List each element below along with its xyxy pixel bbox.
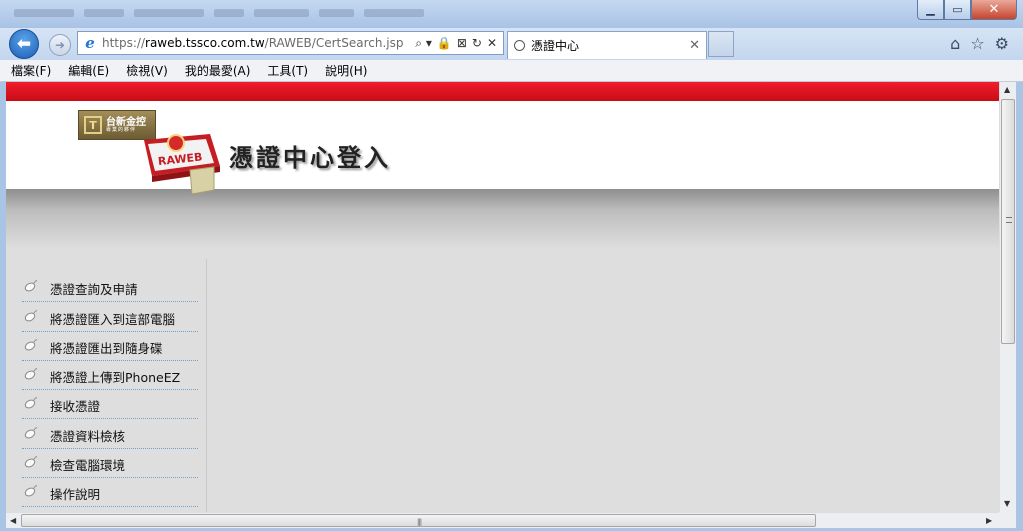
tab-active[interactable]: 憑證中心 ✕: [507, 31, 707, 59]
content-area: 憑證查詢及申請將憑證匯入到這部電腦 將憑證匯出到隨身碟將憑證上傳到PhoneEZ 接…: [6, 249, 999, 512]
settings-gear-icon[interactable]: ⚙: [995, 34, 1009, 53]
new-tab-button[interactable]: [708, 31, 734, 57]
mouse-pointer-icon: [24, 339, 38, 351]
sidebar-item-label: 操作說明: [50, 487, 101, 503]
stop-icon[interactable]: ✕: [487, 36, 497, 51]
home-icon[interactable]: ⌂: [950, 34, 960, 53]
mouse-pointer-icon: [24, 485, 38, 497]
sidebar-item-import-cert[interactable]: 將憑證匯入到這部電腦: [22, 302, 198, 332]
search-icon[interactable]: ⌕ ▾: [415, 36, 432, 51]
favorites-star-icon[interactable]: ☆: [970, 34, 984, 53]
sidebar-item-label: 將憑證匯入到這部電腦: [50, 311, 176, 327]
scroll-left-icon[interactable]: ◀: [10, 516, 16, 525]
sidebar-item-export-cert[interactable]: 將憑證匯出到隨身碟: [22, 332, 198, 361]
horizontal-scrollbar[interactable]: ◀ ||| ▶: [6, 512, 999, 528]
menu-help[interactable]: 說明(H): [325, 62, 367, 79]
address-bar[interactable]: e https://raweb.tssco.com.tw/RAWEB/CertS…: [77, 31, 504, 55]
sidebar-item-label: 接收憑證: [50, 399, 101, 415]
compatibility-view-icon[interactable]: ⊠: [457, 36, 467, 51]
address-url[interactable]: https://raweb.tssco.com.tw/RAWEB/CertSea…: [102, 36, 415, 50]
taishin-mark-icon: T: [84, 116, 102, 134]
tab-title: 憑證中心: [531, 39, 580, 53]
back-button[interactable]: ⬅: [9, 29, 39, 59]
maximize-icon: ▭: [952, 3, 963, 16]
sidebar-item-label: 憑證資料檢核: [50, 428, 126, 444]
minimize-button[interactable]: ▁: [917, 0, 944, 20]
maximize-button[interactable]: ▭: [944, 0, 971, 20]
forward-arrow-icon: ➜: [54, 38, 66, 52]
sidebar-item-label: 檢查電腦環境: [50, 458, 126, 474]
back-arrow-icon: ⬅: [16, 34, 32, 54]
menu-bar: 檔案(F) 編輯(E) 檢視(V) 我的最愛(A) 工具(T) 說明(H): [0, 60, 1023, 82]
sidebar-item-label: 將憑證匯出到隨身碟: [50, 340, 163, 356]
mouse-pointer-icon: [24, 368, 38, 380]
minimize-icon: ▁: [926, 3, 935, 16]
mouse-pointer-icon: [24, 280, 38, 292]
close-window-button[interactable]: ✕: [971, 0, 1017, 20]
address-bar-actions: ⌕ ▾ 🔒 ⊠ ↻ ✕: [415, 36, 503, 51]
sidebar-item-cert-check[interactable]: 憑證資料檢核: [22, 419, 198, 449]
close-icon: ✕: [988, 2, 1000, 17]
lock-icon[interactable]: 🔒: [437, 36, 452, 51]
loading-spinner-icon: [514, 40, 525, 51]
sidebar-item-upload-phoneez[interactable]: 將憑證上傳到PhoneEZ: [22, 361, 198, 391]
browser-nav-bar: ⬅ ➜ e https://raweb.tssco.com.tw/RAWEB/C…: [0, 28, 1023, 60]
vertical-scroll-thumb[interactable]: [1001, 99, 1015, 344]
grip-icon: |||: [417, 518, 422, 526]
ie-favicon-icon: e: [85, 34, 95, 52]
sidebar-item-label: 將憑證上傳到PhoneEZ: [50, 370, 181, 386]
mouse-pointer-icon: [24, 427, 38, 439]
scroll-right-icon[interactable]: ▶: [986, 516, 992, 525]
menu-view[interactable]: 檢視(V): [126, 62, 168, 79]
page-title: 憑證中心登入: [229, 144, 391, 172]
scroll-up-icon[interactable]: ▲: [1004, 85, 1010, 94]
menu-tools[interactable]: 工具(T): [267, 62, 308, 79]
menu-file[interactable]: 檔案(F): [11, 62, 51, 79]
window-title-obscured: [14, 9, 484, 19]
scroll-down-icon[interactable]: ▼: [1004, 499, 1010, 508]
refresh-icon[interactable]: ↻: [472, 36, 482, 51]
page-viewport: T 台新金控 專業的夥伴 RAWEB 憑證中心登入 憑證查詢及申請 將憑證匯入到這部…: [6, 82, 999, 512]
sidebar-item-check-environment[interactable]: 檢查電腦環境: [22, 449, 198, 479]
top-red-bar: [6, 82, 999, 101]
tab-close-icon[interactable]: ✕: [689, 38, 706, 53]
sidebar-item-instructions[interactable]: 操作說明: [22, 478, 198, 508]
raweb-emblem-icon: RAWEB: [144, 134, 220, 195]
horizontal-scroll-thumb[interactable]: |||: [21, 514, 816, 527]
window-controls: ▁ ▭ ✕: [917, 0, 1017, 20]
menu-edit[interactable]: 編輯(E): [68, 62, 109, 79]
sidebar-nav: 憑證查詢及申請將憑證匯入到這部電腦 將憑證匯出到隨身碟將憑證上傳到PhoneEZ 接…: [22, 273, 198, 508]
window-titlebar[interactable]: ▁ ▭ ✕: [0, 0, 1023, 28]
vertical-scrollbar[interactable]: ▲ ▼: [999, 82, 1016, 512]
browser-tool-icons: ⌂ ☆ ⚙: [950, 34, 1009, 53]
grip-icon: [1006, 217, 1012, 223]
mouse-pointer-icon: [24, 397, 38, 409]
mouse-pointer-icon: [24, 456, 38, 468]
sidebar-item-cert-search[interactable]: 憑證查詢及申請: [22, 273, 198, 303]
scrollbar-corner: [999, 512, 1016, 528]
sidebar-divider: [206, 259, 207, 512]
forward-button[interactable]: ➜: [49, 34, 71, 56]
menu-favorites[interactable]: 我的最愛(A): [185, 62, 251, 79]
mouse-pointer-icon: [24, 309, 38, 322]
sidebar-item-label: 憑證查詢及申請: [50, 282, 138, 298]
sidebar-item-receive-cert[interactable]: 接收憑證: [22, 390, 198, 420]
